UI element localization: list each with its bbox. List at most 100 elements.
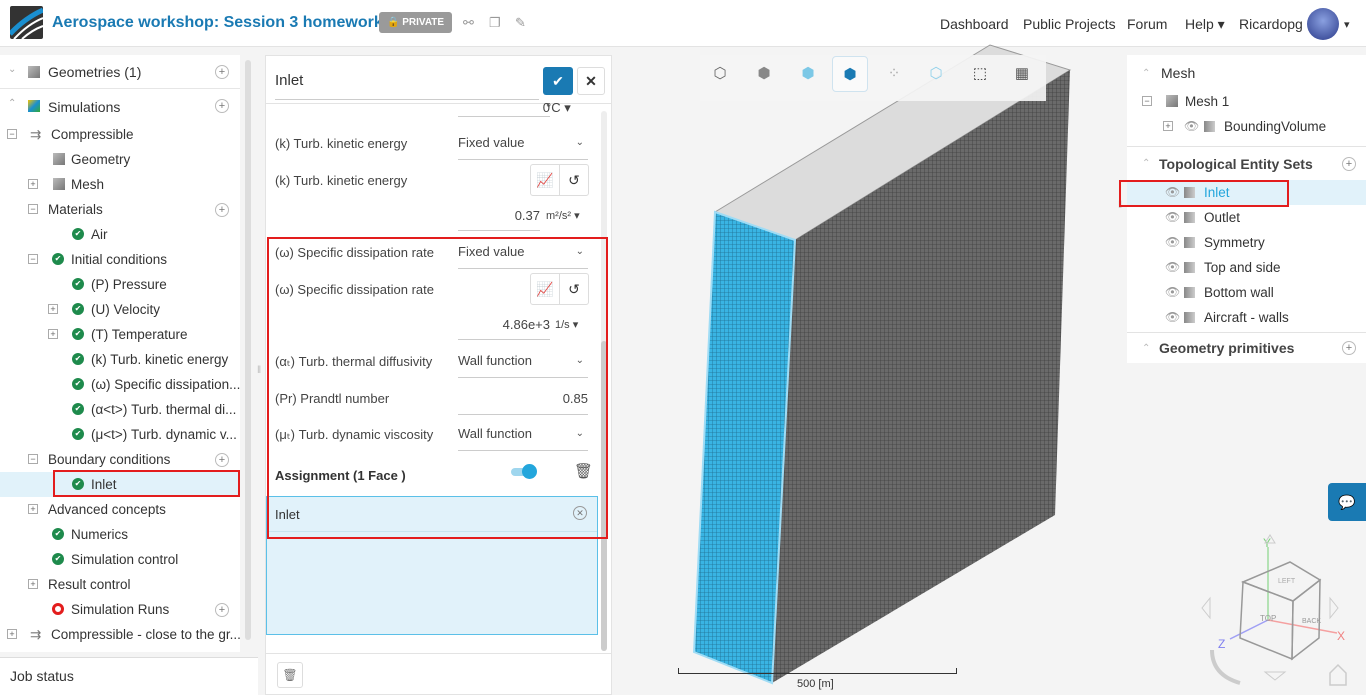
tree-item-geometry[interactable]: Geometry bbox=[0, 147, 240, 172]
tree-item-boundary-conditions[interactable]: − Boundary conditions + bbox=[0, 447, 240, 472]
entity-item-top-and-side[interactable]: 👁 Top and side bbox=[1127, 255, 1366, 280]
simulations-section[interactable]: ⌃ Simulations + bbox=[0, 89, 240, 123]
chevron-up-icon[interactable]: ⌃ bbox=[1142, 68, 1150, 79]
entity-item-symmetry[interactable]: 👁 Symmetry bbox=[1127, 230, 1366, 255]
edit-icon[interactable]: ✎ bbox=[515, 15, 526, 31]
collapse-icon[interactable]: − bbox=[7, 129, 17, 139]
section-view-icon[interactable]: ▦ bbox=[1004, 56, 1040, 92]
panel-resize-handle[interactable]: ‖ bbox=[257, 365, 261, 376]
tree-item-pressure[interactable]: ✔ (P) Pressure bbox=[0, 272, 240, 297]
tree-item-k[interactable]: ✔ (k) Turb. kinetic energy bbox=[0, 347, 240, 372]
nav-forum[interactable]: Forum bbox=[1127, 16, 1167, 32]
avatar[interactable] bbox=[1307, 8, 1339, 40]
tree-item-numerics[interactable]: ✔ Numerics bbox=[0, 522, 240, 547]
add-simulation-button[interactable]: + bbox=[215, 99, 229, 113]
chevron-down-icon[interactable]: ▾ bbox=[1344, 18, 1350, 31]
entity-item-inlet[interactable]: 👁 Inlet bbox=[1119, 180, 1366, 207]
entity-item-aircraft-walls[interactable]: 👁 Aircraft - walls bbox=[1127, 305, 1366, 330]
expand-icon[interactable]: + bbox=[48, 329, 58, 339]
solid-view-icon[interactable]: ⬢ bbox=[746, 56, 782, 92]
tree-item-compressible[interactable]: − ⇉ Compressible bbox=[0, 122, 240, 147]
geometries-section[interactable]: ⌄ Geometries (1) + bbox=[0, 55, 240, 89]
simscale-logo[interactable] bbox=[10, 6, 43, 39]
k-type-select[interactable]: Fixed value ⌄ bbox=[458, 132, 588, 160]
confirm-button[interactable]: ✔ bbox=[543, 67, 573, 95]
share-icon[interactable]: ⚯ bbox=[463, 15, 474, 31]
tree-item-alpha[interactable]: ✔ (α<t>) Turb. thermal di... bbox=[0, 397, 240, 422]
tree-item-simulation-control[interactable]: ✔ Simulation control bbox=[0, 547, 240, 572]
project-title[interactable]: Aerospace workshop: Session 3 homework bbox=[52, 14, 383, 32]
select-face-icon[interactable]: ⬢ bbox=[832, 56, 868, 92]
add-entity-set-button[interactable]: + bbox=[1342, 157, 1356, 171]
tree-item-air[interactable]: ✔ Air bbox=[0, 222, 240, 247]
tree-item-mesh[interactable]: + Mesh bbox=[0, 172, 240, 197]
chevron-down-icon[interactable]: ⌄ bbox=[8, 64, 16, 75]
collapse-icon[interactable]: − bbox=[28, 254, 38, 264]
expand-icon[interactable]: + bbox=[28, 179, 38, 189]
select-edge-icon[interactable]: ⬡ bbox=[918, 56, 954, 92]
user-name[interactable]: Ricardopg bbox=[1239, 16, 1303, 32]
temperature-unit[interactable]: °C ▾ bbox=[546, 100, 571, 116]
add-primitive-button[interactable]: + bbox=[1342, 341, 1356, 355]
nav-public-projects[interactable]: Public Projects bbox=[1023, 16, 1116, 32]
chart-icon[interactable]: 📈 bbox=[531, 165, 560, 195]
copy-icon[interactable]: ❐ bbox=[489, 15, 501, 31]
bounding-volume-item[interactable]: + 👁 BoundingVolume bbox=[1127, 114, 1366, 139]
add-geometry-button[interactable]: + bbox=[215, 65, 229, 79]
collapse-icon[interactable]: − bbox=[28, 204, 38, 214]
add-boundary-condition-button[interactable]: + bbox=[215, 453, 229, 467]
job-status-panel[interactable]: Job status bbox=[0, 657, 258, 695]
tree-item-initial-conditions[interactable]: − ✔ Initial conditions bbox=[0, 247, 240, 272]
expand-icon[interactable]: + bbox=[1163, 121, 1173, 131]
mesh-section-title[interactable]: Mesh bbox=[1161, 65, 1195, 81]
expand-icon[interactable]: + bbox=[48, 304, 58, 314]
entity-item-bottom-wall[interactable]: 👁 Bottom wall bbox=[1127, 280, 1366, 305]
tree-item-omega[interactable]: ✔ (ω) Specific dissipation... bbox=[0, 372, 240, 397]
nav-dashboard[interactable]: Dashboard bbox=[940, 16, 1009, 32]
nav-help[interactable]: Help ▾ bbox=[1185, 16, 1225, 33]
tree-item-materials[interactable]: − Materials + bbox=[0, 197, 240, 222]
tree-scrollbar[interactable] bbox=[245, 60, 251, 640]
k-unit-select[interactable]: m²/s² ▾ bbox=[546, 209, 580, 222]
eye-icon[interactable]: 👁 bbox=[1165, 205, 1180, 230]
eye-icon[interactable]: 👁 bbox=[1165, 305, 1180, 330]
collapse-icon[interactable]: − bbox=[1142, 96, 1152, 106]
chat-button[interactable]: 💬 bbox=[1328, 483, 1366, 521]
tree-item-compressible-close[interactable]: + ⇉ Compressible - close to the gr... bbox=[0, 622, 241, 647]
tree-item-inlet[interactable]: ✔ Inlet bbox=[0, 470, 240, 497]
chevron-up-icon[interactable]: ⌃ bbox=[1142, 343, 1150, 354]
chevron-up-icon[interactable]: ⌃ bbox=[1142, 158, 1150, 169]
add-run-button[interactable]: + bbox=[215, 603, 229, 617]
temperature-value[interactable]: 0 bbox=[458, 100, 550, 117]
eye-icon[interactable]: 👁 bbox=[1165, 230, 1180, 255]
tes-section-title[interactable]: Topological Entity Sets bbox=[1159, 156, 1313, 172]
entity-item-outlet[interactable]: 👁 Outlet bbox=[1127, 205, 1366, 230]
k-value-input[interactable]: 0.37 bbox=[458, 208, 540, 231]
name-input[interactable]: Inlet bbox=[275, 72, 539, 100]
tree-item-simulation-runs[interactable]: Simulation Runs + bbox=[0, 597, 240, 622]
delete-button[interactable]: 🗑 bbox=[277, 662, 303, 688]
geometry-primitives-title[interactable]: Geometry primitives bbox=[1159, 340, 1294, 356]
close-button[interactable]: ✕ bbox=[577, 67, 605, 95]
chevron-up-icon[interactable]: ⌃ bbox=[8, 98, 16, 109]
tree-item-mu[interactable]: ✔ (μ<t>) Turb. dynamic v... bbox=[0, 422, 240, 447]
box-select-icon[interactable]: ⬚ bbox=[962, 56, 998, 92]
expand-icon[interactable]: + bbox=[7, 629, 17, 639]
expand-icon[interactable]: + bbox=[28, 504, 38, 514]
eye-icon[interactable]: 👁 bbox=[1184, 114, 1199, 139]
reset-icon[interactable]: ↺ bbox=[560, 165, 588, 195]
tree-item-advanced-concepts[interactable]: + Advanced concepts bbox=[0, 497, 240, 522]
view-cube[interactable]: LEFT TOP BACK Y X Z bbox=[1190, 525, 1366, 695]
eye-icon[interactable]: 👁 bbox=[1165, 255, 1180, 280]
eye-icon[interactable]: 👁 bbox=[1165, 280, 1180, 305]
mesh-item[interactable]: − Mesh 1 bbox=[1127, 89, 1366, 114]
tree-item-temperature[interactable]: + ✔ (T) Temperature bbox=[0, 322, 240, 347]
wireframe-view-icon[interactable]: ⬡ bbox=[702, 56, 738, 92]
transparent-view-icon[interactable]: ⬢ bbox=[790, 56, 826, 92]
collapse-icon[interactable]: − bbox=[28, 454, 38, 464]
select-node-icon[interactable]: ⁘ bbox=[876, 56, 912, 92]
add-material-button[interactable]: + bbox=[215, 203, 229, 217]
tree-item-result-control[interactable]: + Result control bbox=[0, 572, 240, 597]
tree-item-velocity[interactable]: + ✔ (U) Velocity bbox=[0, 297, 240, 322]
expand-icon[interactable]: + bbox=[28, 579, 38, 589]
